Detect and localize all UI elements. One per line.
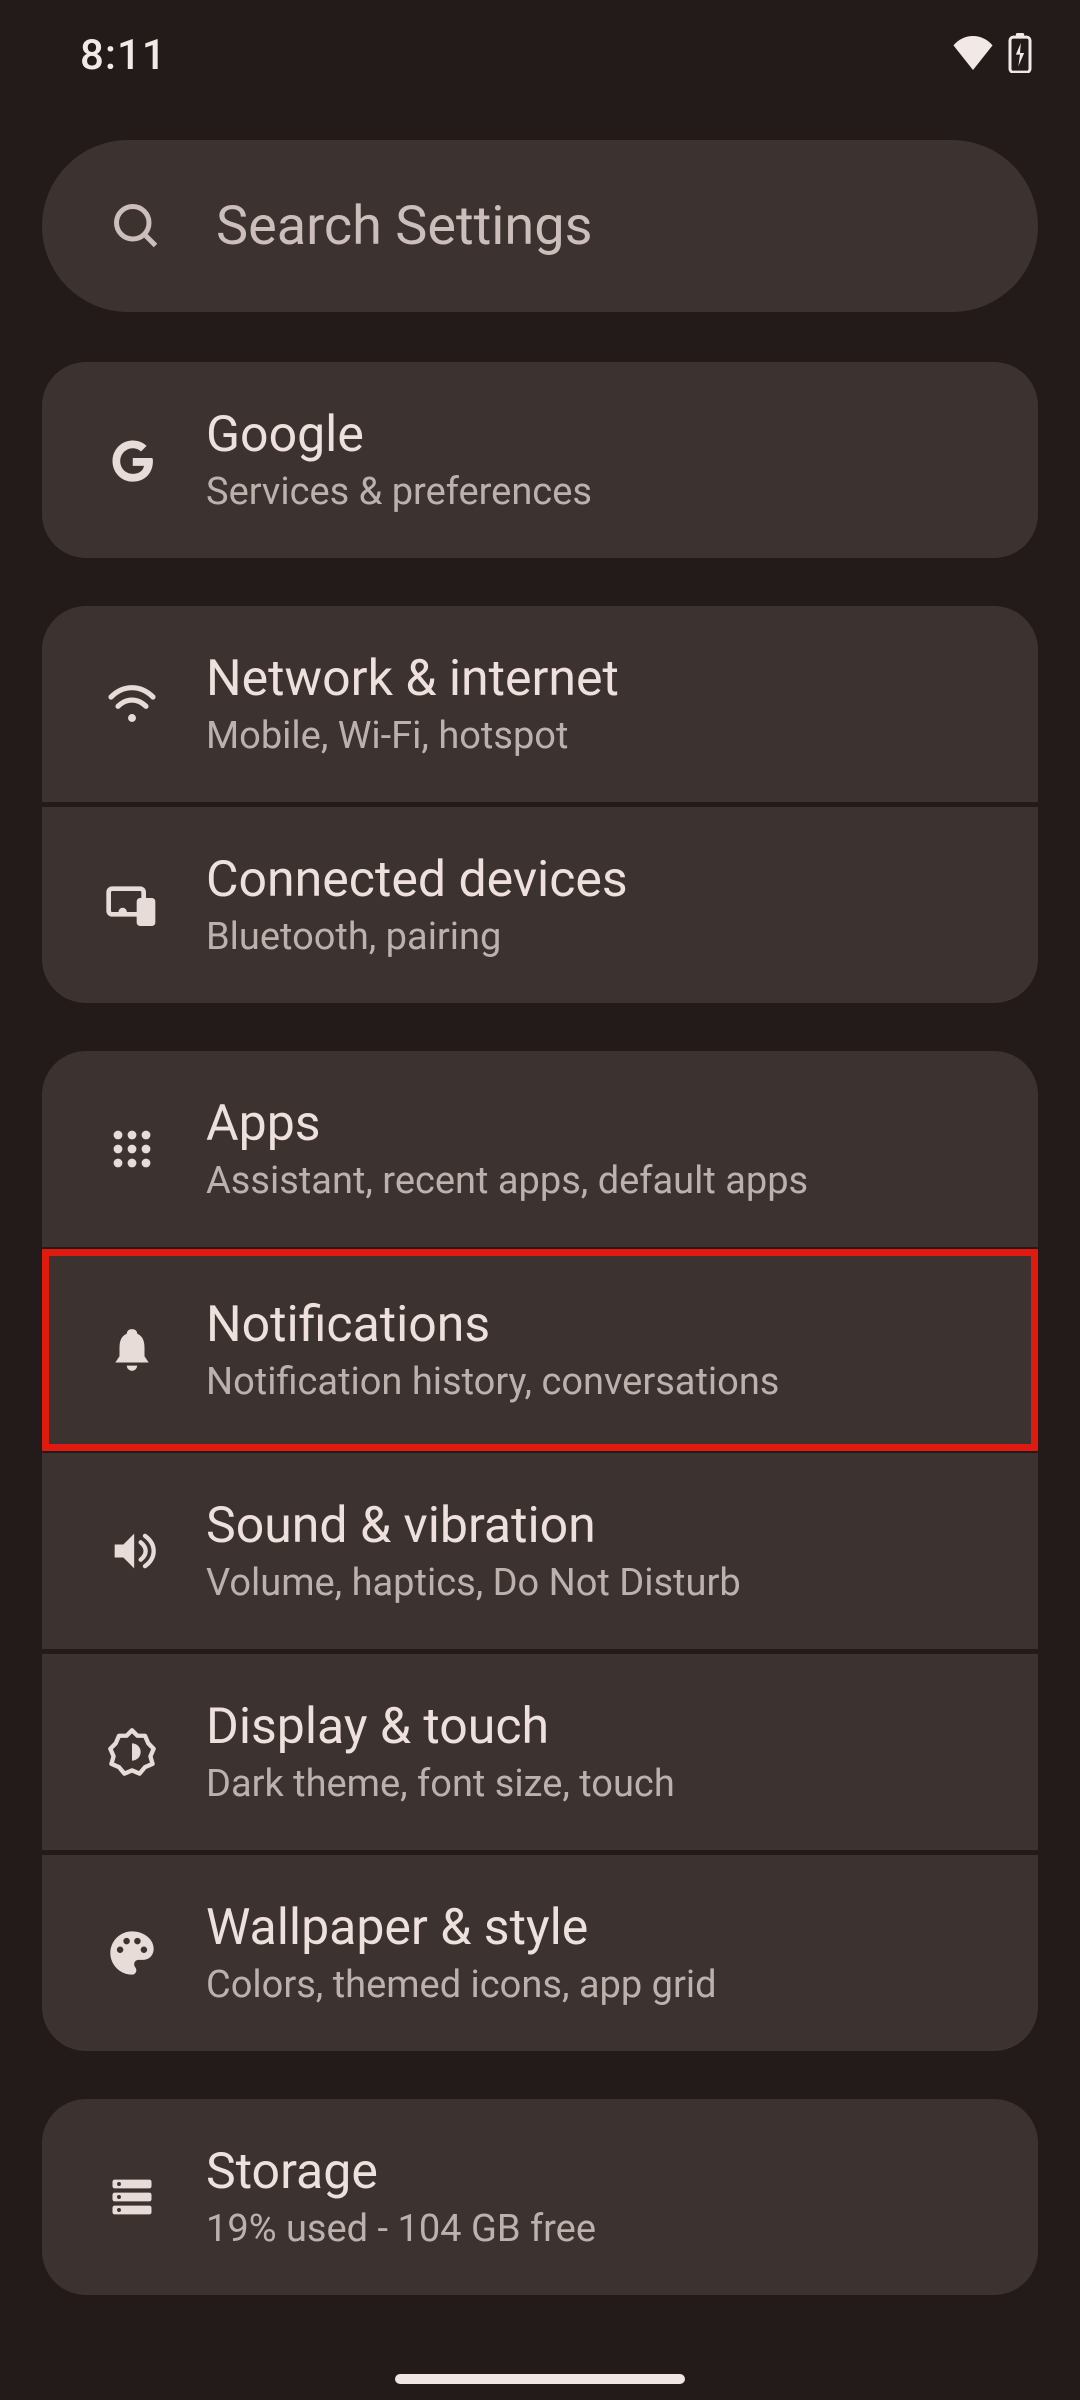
- volume-icon: [92, 1511, 172, 1591]
- settings-groups: Google Services & preferences Network & in…: [0, 362, 1080, 2295]
- settings-group: Apps Assistant, recent apps, default apps…: [42, 1051, 1038, 2051]
- settings-item-google[interactable]: Google Services & preferences: [42, 362, 1038, 558]
- settings-item-texts: Storage 19% used - 104 GB free: [206, 2143, 596, 2251]
- settings-item-texts: Sound & vibration Volume, haptics, Do Not…: [206, 1497, 741, 1605]
- settings-group: Network & internet Mobile, Wi-Fi, hotspot…: [42, 606, 1038, 1003]
- settings-item-subtitle: Colors, themed icons, app grid: [206, 1963, 717, 2007]
- settings-item-subtitle: Services & preferences: [206, 470, 592, 514]
- settings-item-texts: Notifications Notification history, conve…: [206, 1296, 779, 1404]
- settings-item-network-internet[interactable]: Network & internet Mobile, Wi-Fi, hotspot: [42, 606, 1038, 802]
- search-placeholder: Search Settings: [216, 195, 592, 258]
- settings-item-subtitle: Volume, haptics, Do Not Disturb: [206, 1561, 741, 1605]
- settings-item-title: Wallpaper & style: [206, 1899, 717, 1957]
- settings-item-texts: Wallpaper & style Colors, themed icons, a…: [206, 1899, 717, 2007]
- search-bar[interactable]: Search Settings: [42, 140, 1038, 312]
- wifi-icon: [92, 664, 172, 744]
- settings-item-texts: Connected devices Bluetooth, pairing: [206, 851, 628, 959]
- bell-icon: [92, 1310, 172, 1390]
- brightness-icon: [92, 1712, 172, 1792]
- settings-item-subtitle: Notification history, conversations: [206, 1360, 779, 1404]
- settings-item-display-touch[interactable]: Display & touch Dark theme, font size, to…: [42, 1654, 1038, 1850]
- status-icons: [952, 33, 1032, 77]
- search-icon: [96, 186, 176, 266]
- status-bar: 8:11: [0, 0, 1080, 110]
- nav-handle[interactable]: [395, 2374, 685, 2384]
- settings-item-subtitle: Mobile, Wi-Fi, hotspot: [206, 714, 619, 758]
- settings-item-notifications[interactable]: Notifications Notification history, conve…: [42, 1252, 1038, 1448]
- battery-charging-icon: [1008, 33, 1032, 77]
- settings-item-wallpaper-style[interactable]: Wallpaper & style Colors, themed icons, a…: [42, 1855, 1038, 2051]
- settings-item-title: Sound & vibration: [206, 1497, 741, 1555]
- apps-icon: [92, 1109, 172, 1189]
- settings-item-storage[interactable]: Storage 19% used - 104 GB free: [42, 2099, 1038, 2295]
- settings-item-texts: Apps Assistant, recent apps, default apps: [206, 1095, 808, 1203]
- google-icon: [92, 420, 172, 500]
- settings-item-title: Display & touch: [206, 1698, 675, 1756]
- wifi-status-icon: [952, 36, 994, 74]
- settings-item-subtitle: Assistant, recent apps, default apps: [206, 1159, 808, 1203]
- settings-item-title: Google: [206, 406, 592, 464]
- settings-item-subtitle: Dark theme, font size, touch: [206, 1762, 675, 1806]
- settings-item-title: Storage: [206, 2143, 596, 2201]
- status-time: 8:11: [80, 31, 167, 80]
- palette-icon: [92, 1913, 172, 1993]
- settings-item-title: Connected devices: [206, 851, 628, 909]
- settings-group: Google Services & preferences: [42, 362, 1038, 558]
- settings-group: Storage 19% used - 104 GB free: [42, 2099, 1038, 2295]
- settings-item-title: Apps: [206, 1095, 808, 1153]
- settings-item-texts: Network & internet Mobile, Wi-Fi, hotspot: [206, 650, 619, 758]
- devices-icon: [92, 865, 172, 945]
- settings-item-texts: Display & touch Dark theme, font size, to…: [206, 1698, 675, 1806]
- settings-item-apps[interactable]: Apps Assistant, recent apps, default apps: [42, 1051, 1038, 1247]
- settings-item-connected-devices[interactable]: Connected devices Bluetooth, pairing: [42, 807, 1038, 1003]
- settings-item-subtitle: 19% used - 104 GB free: [206, 2207, 596, 2251]
- settings-item-subtitle: Bluetooth, pairing: [206, 915, 628, 959]
- settings-item-title: Network & internet: [206, 650, 619, 708]
- settings-item-sound-vibration[interactable]: Sound & vibration Volume, haptics, Do Not…: [42, 1453, 1038, 1649]
- settings-item-title: Notifications: [206, 1296, 779, 1354]
- storage-icon: [92, 2157, 172, 2237]
- settings-item-texts: Google Services & preferences: [206, 406, 592, 514]
